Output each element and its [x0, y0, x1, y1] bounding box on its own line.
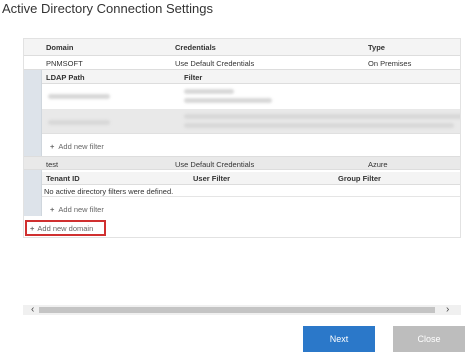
ldap-filter-row[interactable] [42, 84, 460, 110]
add-filter-label: Add new filter [58, 205, 104, 214]
dialog-title: Active Directory Connection Settings [2, 1, 213, 16]
domain-row-pnmsoft[interactable]: PNMSOFT Use Default Credentials On Premi… [24, 56, 460, 70]
ldap-path-header: LDAP Path [46, 73, 85, 82]
add-new-filter-link[interactable]: + Add new filter [50, 142, 104, 151]
redacted-filter [184, 98, 272, 103]
column-header-credentials: Credentials [175, 43, 216, 52]
scrollbar-thumb[interactable] [39, 307, 435, 313]
domain-credentials: Use Default Credentials [175, 59, 255, 68]
scroll-right-icon[interactable]: › [446, 304, 449, 315]
domain-name: test [46, 160, 59, 169]
domain-row-test[interactable]: test Use Default Credentials Azure [24, 156, 460, 170]
grid-header: Domain Credentials Type [24, 39, 460, 56]
plus-icon: + [50, 205, 55, 214]
redacted-filter [184, 114, 460, 119]
domain-type: Azure [368, 160, 388, 169]
title-bar: Active Directory Connection Settings [0, 0, 474, 20]
redacted-filter [184, 89, 234, 94]
column-header-type: Type [368, 43, 385, 52]
add-new-domain-button[interactable]: + Add new domain [25, 220, 106, 236]
close-button[interactable]: Close [393, 326, 465, 352]
tenant-id-header: Tenant ID [46, 174, 80, 183]
group-filter-header: Group Filter [338, 174, 381, 183]
next-button[interactable]: Next [303, 326, 375, 352]
add-domain-label: Add new domain [37, 224, 94, 233]
empty-filters-message: No active directory filters were defined… [44, 187, 174, 196]
empty-filters-row: No active directory filters were defined… [42, 185, 460, 197]
ldap-filter-row[interactable] [42, 110, 460, 134]
plus-icon: + [30, 224, 35, 233]
scroll-left-icon[interactable]: ‹ [31, 304, 34, 315]
domain-credentials: Use Default Credentials [175, 160, 255, 169]
user-filter-header: User Filter [193, 174, 231, 183]
add-new-filter-link[interactable]: + Add new filter [50, 205, 104, 214]
domain-type: On Premises [368, 59, 412, 68]
ldap-filter-header: LDAP Path Filter [42, 70, 460, 84]
azure-filter-header: Tenant ID User Filter Group Filter [42, 172, 460, 185]
expander-column-pnmsoft: ∨ [24, 56, 42, 156]
domains-grid: Domain Credentials Type ∨ PNMSOFT Use De… [23, 38, 461, 238]
redacted-ldap-path [48, 94, 110, 99]
column-header-domain: Domain [46, 43, 74, 52]
horizontal-scrollbar[interactable]: ‹ › [23, 304, 461, 315]
redacted-ldap-path [48, 120, 110, 125]
filter-header: Filter [184, 73, 203, 82]
plus-icon: + [50, 142, 55, 151]
domain-name: PNMSOFT [46, 59, 83, 68]
add-filter-label: Add new filter [58, 142, 104, 151]
redacted-filter [184, 123, 454, 128]
